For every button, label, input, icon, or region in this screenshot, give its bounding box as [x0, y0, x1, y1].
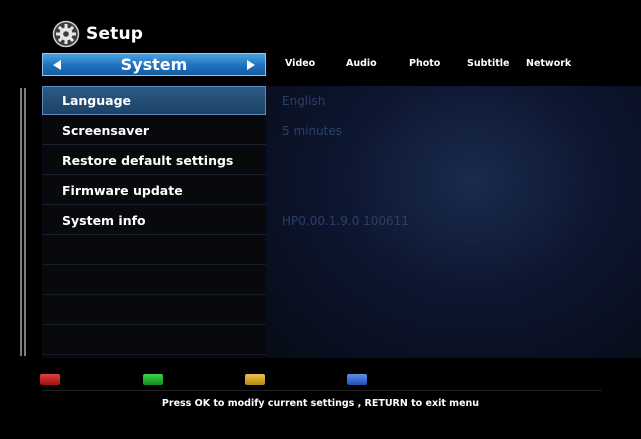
settings-values: English 5 minutes HP0.00.1.9.0 100611: [266, 86, 641, 358]
page-title: Setup: [86, 24, 144, 44]
scrollbar-thumb[interactable]: [24, 88, 26, 356]
menu-item-label: Screensaver: [62, 122, 150, 138]
empty-row: [42, 236, 266, 265]
category-selector[interactable]: System: [42, 53, 266, 76]
menu-item-label: Language: [62, 93, 132, 108]
value-screensaver: 5 minutes: [282, 124, 343, 138]
green-button[interactable]: [143, 374, 163, 385]
category-tabs: Video Audio Photo Subtitle Network: [276, 58, 596, 72]
empty-row: [42, 326, 266, 355]
red-button[interactable]: [40, 374, 60, 385]
empty-row: [42, 266, 266, 295]
menu-item-language[interactable]: Language: [42, 86, 266, 115]
tab-network[interactable]: Network: [526, 58, 571, 69]
menu-item-restore-defaults[interactable]: Restore default settings: [42, 146, 266, 175]
category-label: System: [120, 55, 188, 74]
settings-menu: Language Screensaver Restore default set…: [42, 86, 266, 358]
tab-video[interactable]: Video: [285, 58, 315, 69]
scrollbar-track[interactable]: [20, 88, 22, 356]
menu-item-firmware-update[interactable]: Firmware update: [42, 176, 266, 205]
empty-row: [42, 296, 266, 325]
value-language: English: [282, 94, 326, 108]
value-system-info: HP0.00.1.9.0 100611: [282, 214, 409, 228]
tab-audio[interactable]: Audio: [346, 58, 377, 69]
arrow-left-icon[interactable]: [53, 59, 61, 70]
yellow-button[interactable]: [245, 374, 265, 385]
menu-item-label: Firmware update: [62, 182, 183, 198]
gear-icon: [52, 20, 80, 48]
setup-screen: Setup System Video Audio Photo Subtitle …: [0, 0, 641, 439]
tab-photo[interactable]: Photo: [409, 58, 440, 69]
header: Setup: [52, 18, 143, 50]
tab-subtitle[interactable]: Subtitle: [467, 58, 509, 69]
blue-button[interactable]: [347, 374, 367, 385]
menu-item-label: System info: [62, 212, 146, 228]
footer-hint: Press OK to modify current settings , RE…: [161, 398, 480, 409]
menu-item-screensaver[interactable]: Screensaver: [42, 116, 266, 145]
footer-divider: [42, 390, 602, 391]
arrow-right-icon[interactable]: [247, 59, 255, 70]
menu-item-label: Restore default settings: [62, 152, 234, 168]
menu-item-system-info[interactable]: System info: [42, 206, 266, 235]
